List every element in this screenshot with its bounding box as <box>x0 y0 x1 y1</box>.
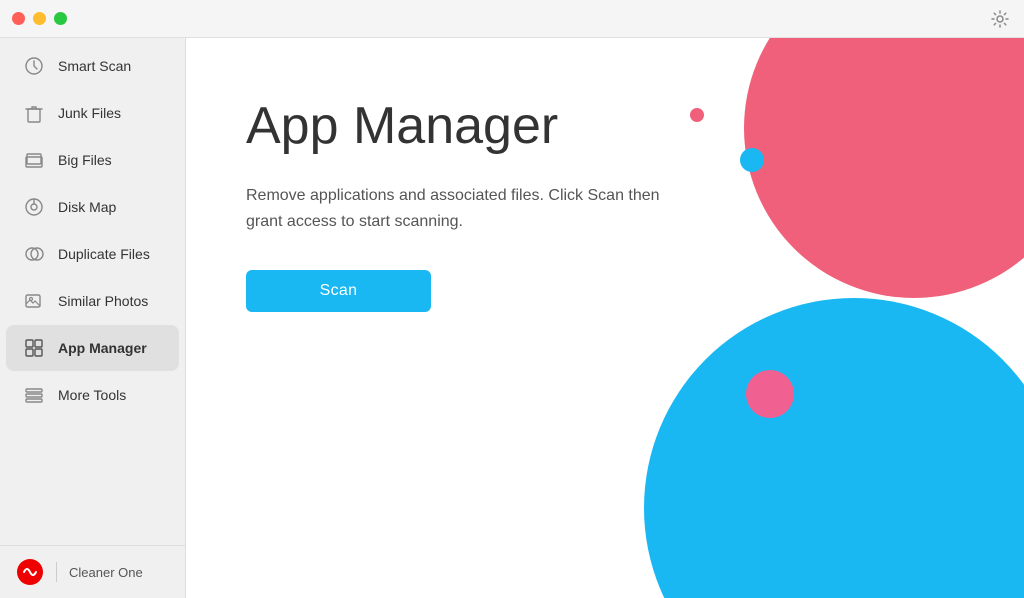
sidebar: Smart Scan Junk Files <box>0 38 186 598</box>
sidebar-item-label: Junk Files <box>58 105 121 121</box>
maximize-button[interactable] <box>54 12 67 25</box>
trend-logo <box>16 558 44 586</box>
sidebar-nav: Smart Scan Junk Files <box>0 38 185 545</box>
sidebar-footer: Cleaner One <box>0 545 185 598</box>
page-title: App Manager <box>246 98 666 155</box>
sidebar-item-junk-files[interactable]: Junk Files <box>6 90 179 136</box>
big-files-icon <box>22 148 46 172</box>
settings-icon[interactable] <box>988 7 1012 31</box>
trend-micro-logo-icon <box>16 558 44 586</box>
sidebar-item-disk-map[interactable]: Disk Map <box>6 184 179 230</box>
decorative-circles <box>604 38 1024 598</box>
scan-button[interactable]: Scan <box>246 270 431 312</box>
minimize-button[interactable] <box>33 12 46 25</box>
circle-pink-large <box>744 38 1024 298</box>
sidebar-item-label: Disk Map <box>58 199 116 215</box>
product-name: Cleaner One <box>69 565 143 580</box>
sidebar-item-label: More Tools <box>58 387 126 403</box>
sidebar-item-label: Big Files <box>58 152 112 168</box>
sidebar-item-label: Similar Photos <box>58 293 148 309</box>
traffic-lights <box>12 12 67 25</box>
disk-map-icon <box>22 195 46 219</box>
sidebar-item-smart-scan[interactable]: Smart Scan <box>6 43 179 89</box>
smart-scan-icon <box>22 54 46 78</box>
app-manager-icon <box>22 336 46 360</box>
close-button[interactable] <box>12 12 25 25</box>
sidebar-item-similar-photos[interactable]: Similar Photos <box>6 278 179 324</box>
sidebar-item-app-manager[interactable]: App Manager <box>6 325 179 371</box>
sidebar-item-big-files[interactable]: Big Files <box>6 137 179 183</box>
sidebar-item-label: Smart Scan <box>58 58 131 74</box>
circle-pink-dot <box>690 108 704 122</box>
sidebar-item-label: Duplicate Files <box>58 246 150 262</box>
app-body: Smart Scan Junk Files <box>0 38 1024 598</box>
page-description: Remove applications and associated files… <box>246 183 666 234</box>
circle-cyan-small <box>740 148 764 172</box>
main-content: App Manager Remove applications and asso… <box>186 38 1024 598</box>
duplicate-files-icon <box>22 242 46 266</box>
content-text-block: App Manager Remove applications and asso… <box>246 98 666 312</box>
junk-files-icon <box>22 101 46 125</box>
circle-pink-small <box>746 370 794 418</box>
similar-photos-icon <box>22 289 46 313</box>
titlebar <box>0 0 1024 38</box>
sidebar-item-label: App Manager <box>58 340 147 356</box>
more-tools-icon <box>22 383 46 407</box>
footer-divider <box>56 562 57 582</box>
sidebar-item-duplicate-files[interactable]: Duplicate Files <box>6 231 179 277</box>
sidebar-item-more-tools[interactable]: More Tools <box>6 372 179 418</box>
circle-cyan-large <box>644 298 1024 598</box>
